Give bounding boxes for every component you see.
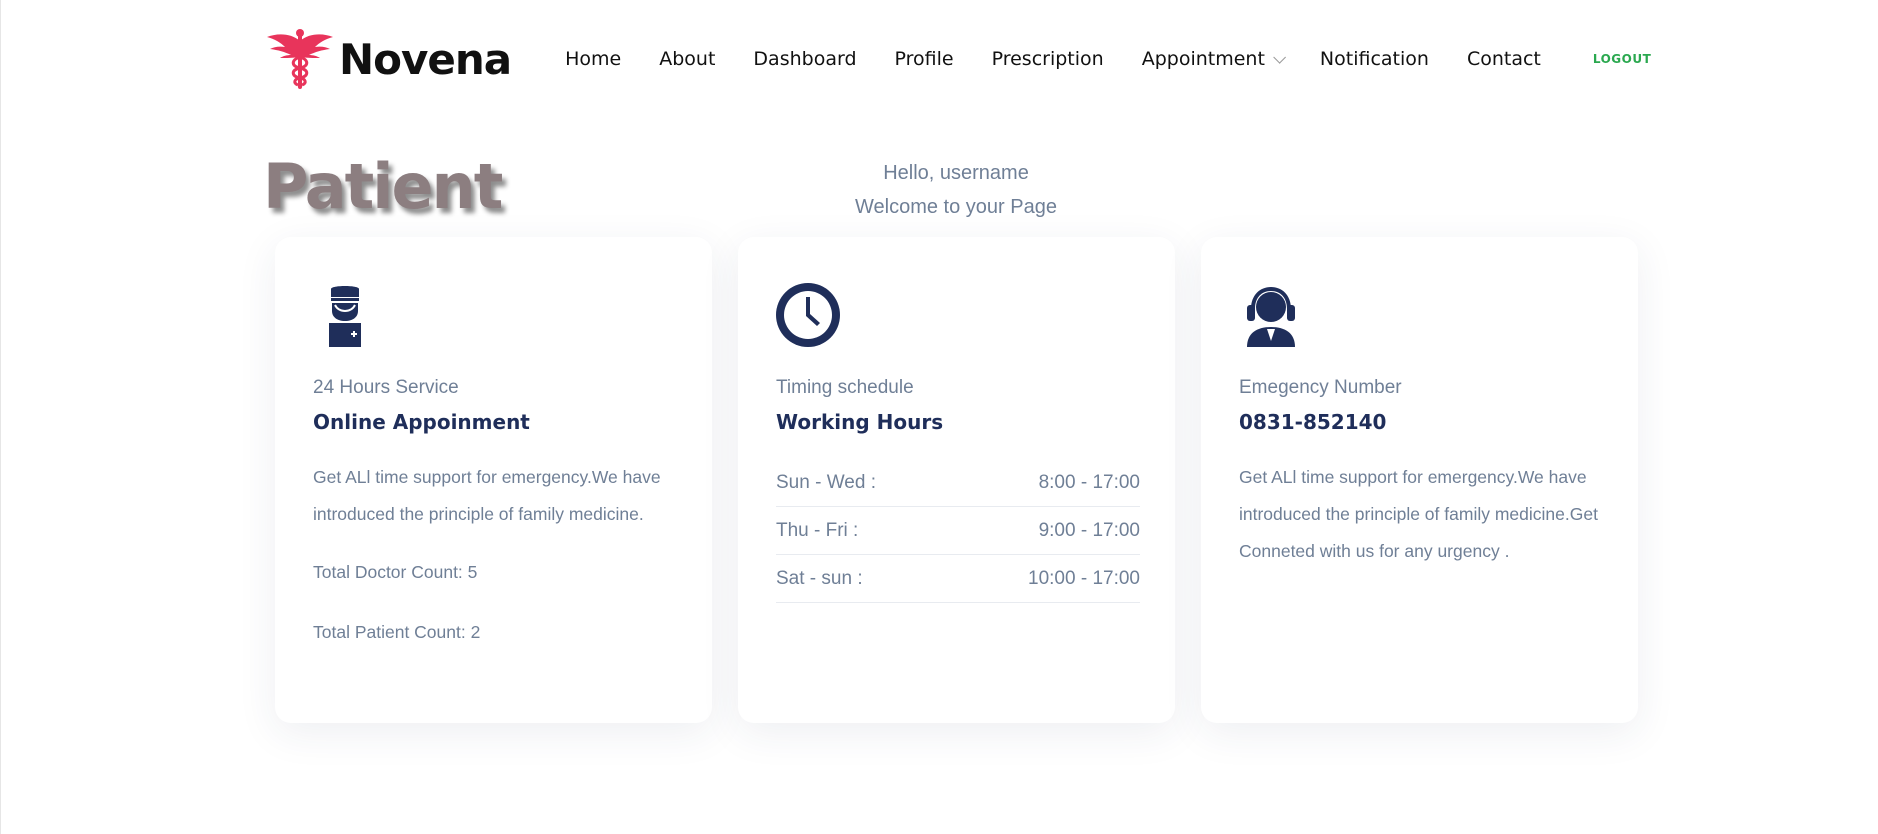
chevron-down-icon xyxy=(1273,50,1286,64)
brand-logo[interactable]: Novena xyxy=(265,27,512,91)
hours-row: Sun - Wed : 8:00 - 17:00 xyxy=(776,459,1140,507)
hours-day: Thu - Fri : xyxy=(776,519,859,541)
nav-notification[interactable]: Notification xyxy=(1320,48,1429,70)
doctor-count: Total Doctor Count: 5 xyxy=(313,562,478,582)
nav-appointment[interactable]: Appointment xyxy=(1141,48,1286,70)
headset-icon xyxy=(1247,287,1295,347)
nav-about[interactable]: About xyxy=(659,48,715,70)
hours-day: Sun - Wed : xyxy=(776,471,876,493)
brand-name: Novena xyxy=(339,34,512,84)
doctor-icon xyxy=(329,286,361,347)
caduceus-icon xyxy=(267,29,333,89)
emergency-card: Emegency Number 0831-852140 Get ALl time… xyxy=(1201,237,1638,723)
emergency-number[interactable]: 0831-852140 xyxy=(1239,410,1386,434)
service-card: 24 Hours Service Online Appoinment Get A… xyxy=(275,237,712,723)
working-hours-list: Sun - Wed : 8:00 - 17:00 Thu - Fri : 9:0… xyxy=(776,459,1140,603)
nav-contact[interactable]: Contact xyxy=(1467,48,1541,70)
hours-row: Thu - Fri : 9:00 - 17:00 xyxy=(776,507,1140,555)
card-heading: Online Appoinment xyxy=(313,410,530,434)
page-title: Patient xyxy=(263,150,503,223)
greeting-text: Hello, username xyxy=(883,162,1029,184)
card-description: Get ALl time support for emergency.We ha… xyxy=(313,467,661,524)
nav-dashboard[interactable]: Dashboard xyxy=(753,48,856,70)
navbar: Novena Home About Dashboard Profile Pres… xyxy=(265,27,1651,91)
clock-icon xyxy=(776,283,840,347)
hours-time: 9:00 - 17:00 xyxy=(1038,519,1140,541)
hours-day: Sat - sun : xyxy=(776,567,863,589)
hours-time: 8:00 - 17:00 xyxy=(1038,471,1140,493)
logout-button[interactable]: LOGOUT xyxy=(1593,52,1651,66)
schedule-card: Timing schedule Working Hours Sun - Wed … xyxy=(738,237,1175,723)
nav-appointment-label: Appointment xyxy=(1141,48,1265,70)
hours-row: Sat - sun : 10:00 - 17:00 xyxy=(776,555,1140,603)
main-nav: Home About Dashboard Profile Prescriptio… xyxy=(565,48,1651,70)
card-subtitle: 24 Hours Service xyxy=(313,377,459,398)
hours-time: 10:00 - 17:00 xyxy=(1028,567,1140,589)
welcome-text: Welcome to your Page xyxy=(855,196,1057,218)
nav-home[interactable]: Home xyxy=(565,48,621,70)
card-subtitle: Emegency Number xyxy=(1239,377,1402,398)
nav-prescription[interactable]: Prescription xyxy=(992,48,1104,70)
card-heading: Working Hours xyxy=(776,410,944,434)
patient-count: Total Patient Count: 2 xyxy=(313,622,481,642)
card-subtitle: Timing schedule xyxy=(776,377,914,398)
card-description: Get ALl time support for emergency.We ha… xyxy=(1239,467,1598,561)
nav-profile[interactable]: Profile xyxy=(895,48,954,70)
